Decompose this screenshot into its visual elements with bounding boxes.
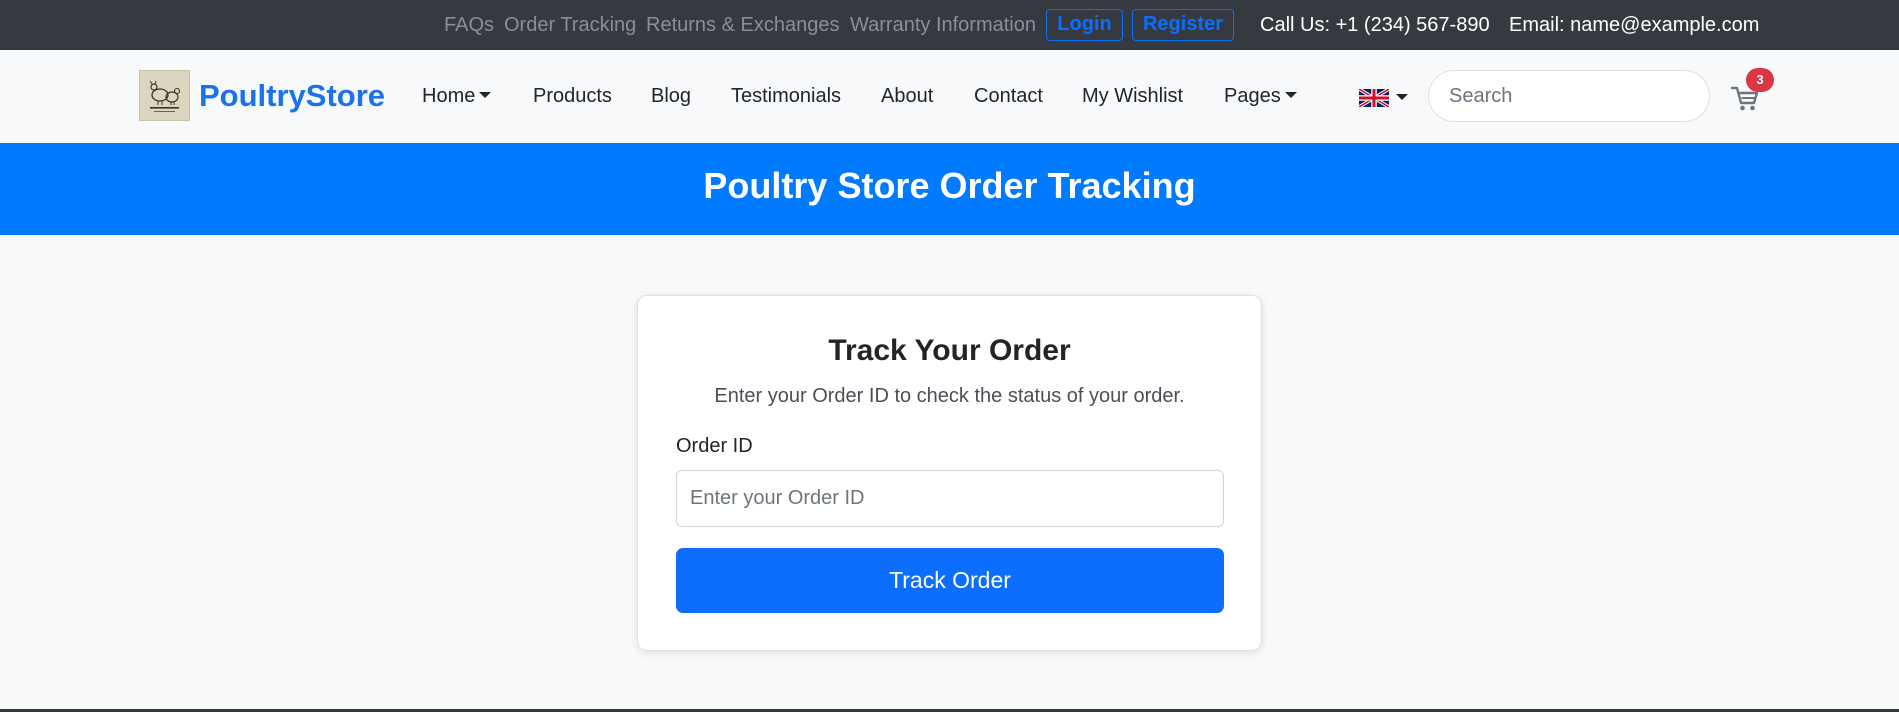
nav-contact[interactable]: Contact (974, 85, 1043, 107)
nav-blog[interactable]: Blog (651, 85, 691, 107)
nav-my-wishlist[interactable]: My Wishlist (1082, 85, 1183, 107)
nav-home-label: Home (422, 85, 476, 107)
card-subtitle: Enter your Order ID to check the status … (714, 385, 1185, 407)
nav-home[interactable]: Home (422, 85, 492, 107)
nav-testimonials[interactable]: Testimonials (731, 85, 841, 107)
login-button[interactable]: Login (1046, 9, 1123, 41)
register-button[interactable]: Register (1132, 9, 1234, 41)
warranty-information-link[interactable]: Warranty Information (850, 14, 1036, 36)
nav-pages[interactable]: Pages (1224, 85, 1297, 107)
brand-logo[interactable] (139, 70, 190, 121)
phone-contact: Call Us: +1 (234) 567-890 (1260, 14, 1490, 36)
main-navbar: PoultryStore Home Products Blog Testimon… (0, 50, 1899, 143)
faqs-link[interactable]: FAQs (444, 14, 494, 36)
track-order-button[interactable]: Track Order (676, 548, 1224, 613)
language-caret-down-icon[interactable] (1396, 94, 1408, 100)
cart-count-badge: 3 (1746, 68, 1774, 92)
uk-flag-icon[interactable] (1359, 89, 1389, 107)
caret-down-icon (479, 92, 492, 99)
email-contact: Email: name@example.com (1509, 14, 1760, 36)
nav-about[interactable]: About (881, 85, 933, 107)
card-title: Track Your Order (828, 334, 1071, 367)
nav-pages-label: Pages (1224, 85, 1281, 107)
caret-down-icon (1284, 92, 1297, 99)
order-id-label: Order ID (676, 435, 753, 457)
page-banner: Poultry Store Order Tracking (0, 143, 1899, 235)
order-tracking-card: Track Your Order Enter your Order ID to … (637, 295, 1262, 651)
order-id-input[interactable] (676, 470, 1224, 527)
search-input[interactable] (1428, 70, 1710, 122)
poultry-logo-icon (149, 80, 181, 112)
nav-products[interactable]: Products (533, 85, 612, 107)
brand-name[interactable]: PoultryStore (199, 78, 385, 114)
page-title: Poultry Store Order Tracking (703, 165, 1196, 206)
returns-exchanges-link[interactable]: Returns & Exchanges (646, 14, 839, 36)
order-tracking-link[interactable]: Order Tracking (504, 14, 636, 36)
top-bar: FAQs Order Tracking Returns & Exchanges … (0, 0, 1899, 50)
